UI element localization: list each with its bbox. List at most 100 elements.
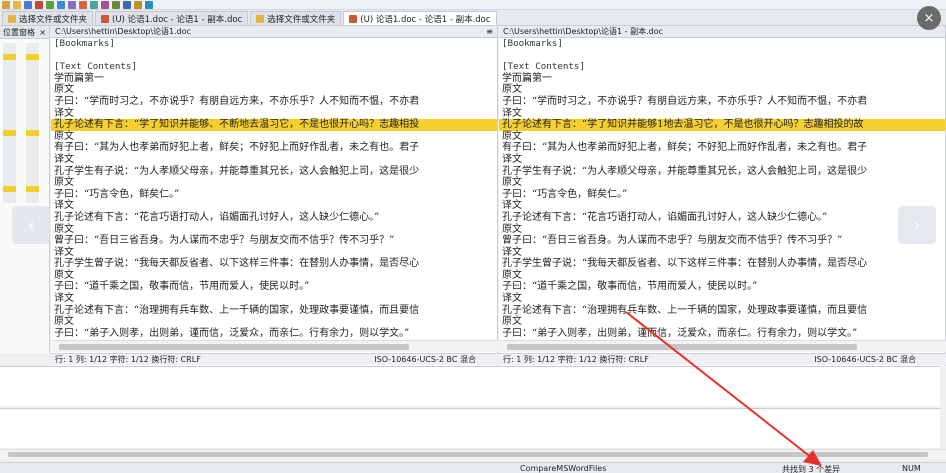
prev-nav-button[interactable]: ‹ xyxy=(12,206,50,244)
right-compare-pane[interactable]: C:\Users\hettin\Desktop\论语1 - 副本.doc [Bo… xyxy=(499,26,946,366)
app-name-label: CompareMSWordFiles xyxy=(520,464,607,473)
folder-icon xyxy=(8,14,16,23)
merge-icon[interactable] xyxy=(101,0,109,9)
text-line[interactable]: 子曰：“弟子入则孝，出则弟，谨而信，泛爱众，而亲仁。行有余力，则以学文。” xyxy=(499,328,945,340)
cut-icon[interactable] xyxy=(35,0,43,9)
left-hscroll-thumb[interactable] xyxy=(59,344,409,350)
right-pane-text[interactable]: [Bookmarks] [Text Contents] 学而篇第一 原文 子曰：“学而时… xyxy=(499,38,945,353)
text-line[interactable]: 孔子学生曾子说：“我每天都反省者、以下这样三件事：在替别人办事情，是否尽心 xyxy=(51,258,497,270)
text-line[interactable]: 译文 xyxy=(499,247,945,259)
new-icon[interactable] xyxy=(2,0,10,9)
location-column-right[interactable] xyxy=(26,43,39,203)
text-line[interactable]: 孔子学生有子说：“为人孝顺父母亲，并能尊重其兄长，这人会触犯上司，这是很少 xyxy=(51,166,497,178)
text-line[interactable]: 原文 xyxy=(51,270,497,282)
text-line[interactable]: 原文 xyxy=(51,177,497,189)
left-compare-pane[interactable]: C:\Users\hettin\Desktop\论语1.doc ≡ [Bookm… xyxy=(51,26,498,366)
diff-marker[interactable] xyxy=(26,54,39,60)
left-pane-text[interactable]: [Bookmarks] [Text Contents] 学而篇第一 原文 子曰：“学而时… xyxy=(51,38,497,353)
paste-icon[interactable] xyxy=(57,0,65,9)
text-line[interactable]: 译文 xyxy=(499,200,945,212)
text-line[interactable]: 原文 xyxy=(51,316,497,328)
text-line[interactable]: 孔子论述有下言：“治理拥有兵车数、上一千辆的国家，处理政事要谨慎，而且要信 xyxy=(499,305,945,317)
text-line[interactable]: 有子曰：“其为人也孝弟而好犯上者，鲜矣；不好犯上而好作乱者，未之有也。君子 xyxy=(51,142,497,154)
text-line[interactable]: 译文 xyxy=(51,293,497,305)
text-line[interactable]: 原文 xyxy=(499,84,945,96)
text-line[interactable]: 原文 xyxy=(499,131,945,143)
text-line[interactable]: 译文 xyxy=(51,108,497,120)
right-hscroll-thumb[interactable] xyxy=(507,344,857,350)
diff-line[interactable]: 孔子论述有下言：“学了知识并能够1地去温习它，不是也很开心吗？志趣相投的故 xyxy=(499,119,945,131)
overlay-close-button[interactable]: × xyxy=(917,6,941,30)
text-line[interactable]: 原文 xyxy=(51,131,497,143)
compare-icon[interactable] xyxy=(90,0,98,9)
text-line[interactable]: 原文 xyxy=(51,224,497,236)
help-icon[interactable] xyxy=(145,0,153,9)
text-line[interactable]: 译文 xyxy=(51,247,497,259)
text-line[interactable]: 译文 xyxy=(51,154,497,166)
text-line[interactable]: 子曰：“弟子入则孝，出则弟，谨而信，泛爱众，而亲仁。行有余力，则以学文。” xyxy=(51,328,497,340)
text-line[interactable]: 译文 xyxy=(499,154,945,166)
text-line[interactable]: 孔子学生有子说：“为人孝顺父母亲，并能尊重其兄长，这人会触犯上司，这是很少 xyxy=(499,166,945,178)
text-line[interactable]: [Bookmarks] xyxy=(51,38,497,50)
bottom-hscroll-thumb[interactable] xyxy=(8,452,928,457)
text-line[interactable]: 原文 xyxy=(499,270,945,282)
text-line[interactable]: 译文 xyxy=(499,108,945,120)
next-nav-button[interactable]: › xyxy=(898,206,936,244)
tab-2[interactable]: 选择文件或文件夹 xyxy=(250,11,342,25)
detail-line-left[interactable] xyxy=(0,366,940,406)
text-line[interactable]: 子曰：“学而时习之，不亦说乎？有朋自远方来，不亦乐乎？人不知而不愠，不亦君 xyxy=(499,96,945,108)
left-status-encoding: ISO-10646-UCS-2 BC 混合 xyxy=(374,355,476,364)
right-hscrollbar[interactable] xyxy=(499,340,946,352)
options-icon[interactable] xyxy=(134,0,142,9)
tab-0[interactable]: 选择文件或文件夹 xyxy=(2,11,94,25)
diff-marker[interactable] xyxy=(3,186,16,192)
tab-1[interactable]: (U) 论语1.doc - 论语1 - 副本.doc xyxy=(95,11,249,25)
text-line[interactable]: 曾子曰：“吾日三省吾身。为人谋而不忠乎？与朋友交而不信乎？传不习乎？” xyxy=(499,235,945,247)
undo-icon[interactable] xyxy=(68,0,76,9)
text-line[interactable]: 孔子论述有下言：“花言巧语打动人，谄媚面孔讨好人，这人缺少仁德心。” xyxy=(499,212,945,224)
diff-marker[interactable] xyxy=(26,130,39,136)
diff-marker[interactable] xyxy=(26,186,39,192)
text-line[interactable]: 子曰：“巧言令色，鲜矣仁。” xyxy=(499,189,945,201)
text-line[interactable]: 译文 xyxy=(499,293,945,305)
tab-3[interactable]: (U) 论语1.doc - 论语1 - 副本.doc xyxy=(343,11,497,25)
text-line[interactable]: 孔子学生曾子说：“我每天都反省者、以下这样三件事：在替别人办事情，是否尽心 xyxy=(499,258,945,270)
location-pane-close-icon[interactable]: × xyxy=(39,28,46,37)
prev-diff-icon[interactable] xyxy=(112,0,120,9)
text-line[interactable]: [Bookmarks] xyxy=(499,38,945,50)
text-line[interactable]: [Text Contents] xyxy=(499,61,945,73)
text-line[interactable]: 子曰：“道千乘之国，敬事而信，节用而爱人，使民以时。” xyxy=(51,281,497,293)
text-line[interactable]: [Text Contents] xyxy=(51,61,497,73)
text-line[interactable]: 原文 xyxy=(499,177,945,189)
tab-label: (U) 论语1.doc - 论语1 - 副本.doc xyxy=(360,14,491,25)
save-icon[interactable] xyxy=(24,0,32,9)
text-line[interactable]: 曾子曰：“吾日三省吾身。为人谋而不忠乎？与朋友交而不信乎？传不习乎？” xyxy=(51,235,497,247)
text-line[interactable]: 子曰：“巧言令色，鲜矣仁。” xyxy=(51,189,497,201)
text-line[interactable]: 学而篇第一 xyxy=(51,73,497,85)
text-line[interactable]: 学而篇第一 xyxy=(499,73,945,85)
text-line[interactable]: 子曰：“道千乘之国，敬事而信，节用而爱人，使民以时。” xyxy=(499,281,945,293)
copy-icon[interactable] xyxy=(46,0,54,9)
text-line[interactable] xyxy=(51,50,497,62)
location-column-left[interactable] xyxy=(3,43,16,203)
text-line[interactable]: 原文 xyxy=(499,224,945,236)
text-line[interactable]: 原文 xyxy=(51,84,497,96)
pane-menu-icon[interactable]: ≡ xyxy=(486,27,493,36)
location-pane: 位置窗格 × xyxy=(0,26,50,353)
bottom-hscrollbar[interactable] xyxy=(0,449,946,459)
text-line[interactable]: 有子曰：“其为人也孝弟而好犯上者，鲜矣；不好犯上而好作乱者，未之有也。君子 xyxy=(499,142,945,154)
diff-marker[interactable] xyxy=(3,130,16,136)
text-line[interactable] xyxy=(499,50,945,62)
next-diff-icon[interactable] xyxy=(123,0,131,9)
detail-line-right[interactable] xyxy=(0,408,940,448)
diff-marker[interactable] xyxy=(3,54,16,60)
text-line[interactable]: 译文 xyxy=(51,200,497,212)
redo-icon[interactable] xyxy=(79,0,87,9)
text-line[interactable]: 孔子论述有下言：“治理拥有兵车数、上一千辆的国家，处理政事要谨慎，而且要信 xyxy=(51,305,497,317)
left-hscrollbar[interactable] xyxy=(51,340,498,352)
text-line[interactable]: 原文 xyxy=(499,316,945,328)
diff-line[interactable]: 孔子论述有下言：“学了知识并能够、不断地去温习它，不是也很开心吗？志趣相投 xyxy=(51,119,497,131)
text-line[interactable]: 孔子论述有下言：“花言巧语打动人，谄媚面孔讨好人，这人缺少仁德心。” xyxy=(51,212,497,224)
open-icon[interactable] xyxy=(13,0,21,9)
text-line[interactable]: 子曰：“学而时习之，不亦说乎？有朋自远方来，不亦乐乎？人不知而不愠，不亦君 xyxy=(51,96,497,108)
